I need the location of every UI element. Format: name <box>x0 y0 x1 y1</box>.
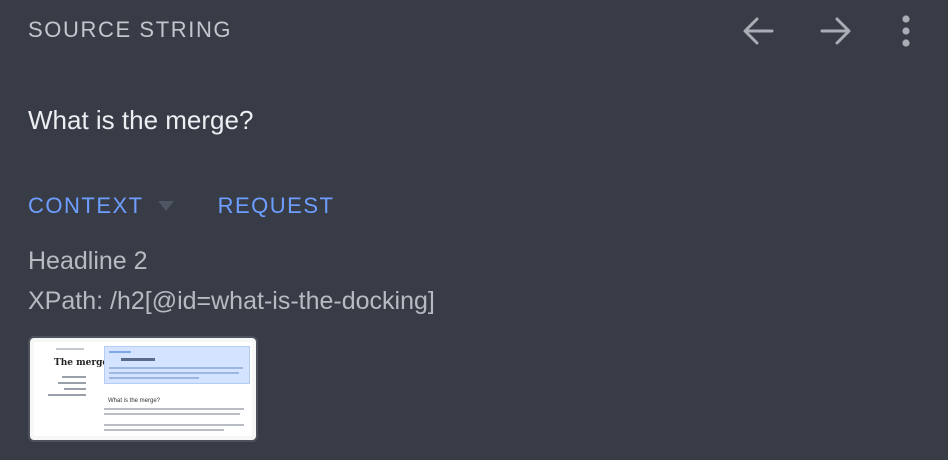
thumbnail-line <box>109 351 131 353</box>
thumbnail-line <box>56 348 84 350</box>
toolbar <box>738 12 918 50</box>
more-vert-icon <box>901 14 911 48</box>
thumbnail-line <box>109 377 199 379</box>
source-string-panel: SOURCE STRING What is the merge? CONTEXT… <box>0 0 948 460</box>
thumbnail-line <box>104 408 244 410</box>
thumbnail-line <box>121 358 155 361</box>
thumbnail-heading: What is the merge? <box>108 398 161 404</box>
context-xpath: XPath: /h2[@id=what-is-the-docking] <box>28 287 435 315</box>
thumbnail-title: The merge <box>54 358 109 368</box>
thumbnail-line <box>104 424 244 426</box>
thumbnail-line <box>62 376 86 378</box>
tab-context-label: CONTEXT <box>28 193 144 218</box>
caret-down-icon <box>157 201 174 211</box>
thumbnail-line <box>58 382 86 384</box>
thumbnail-page: The merge What is the merge? <box>34 342 252 436</box>
thumbnail-line <box>48 394 86 396</box>
context-screenshot-thumbnail[interactable]: The merge What is the merge? <box>28 336 258 442</box>
section-label: SOURCE STRING <box>28 17 233 42</box>
arrow-left-icon <box>741 16 775 46</box>
thumbnail-line <box>64 388 86 390</box>
tab-request[interactable]: REQUEST <box>218 192 335 220</box>
context-element-type: Headline 2 <box>28 247 148 275</box>
thumbnail-line <box>104 429 224 431</box>
tab-request-label: REQUEST <box>217 193 335 218</box>
more-options-button[interactable] <box>894 12 918 50</box>
next-button[interactable] <box>816 12 856 50</box>
thumbnail-highlight <box>104 346 250 384</box>
source-string-text: What is the merge? <box>28 105 254 135</box>
thumbnail-line <box>109 367 243 369</box>
arrow-right-icon <box>819 16 853 46</box>
thumbnail-line <box>104 413 240 415</box>
context-tabs: CONTEXT REQUEST <box>28 192 334 220</box>
previous-button[interactable] <box>738 12 778 50</box>
thumbnail-line <box>109 372 239 374</box>
tab-context[interactable]: CONTEXT <box>28 192 174 220</box>
